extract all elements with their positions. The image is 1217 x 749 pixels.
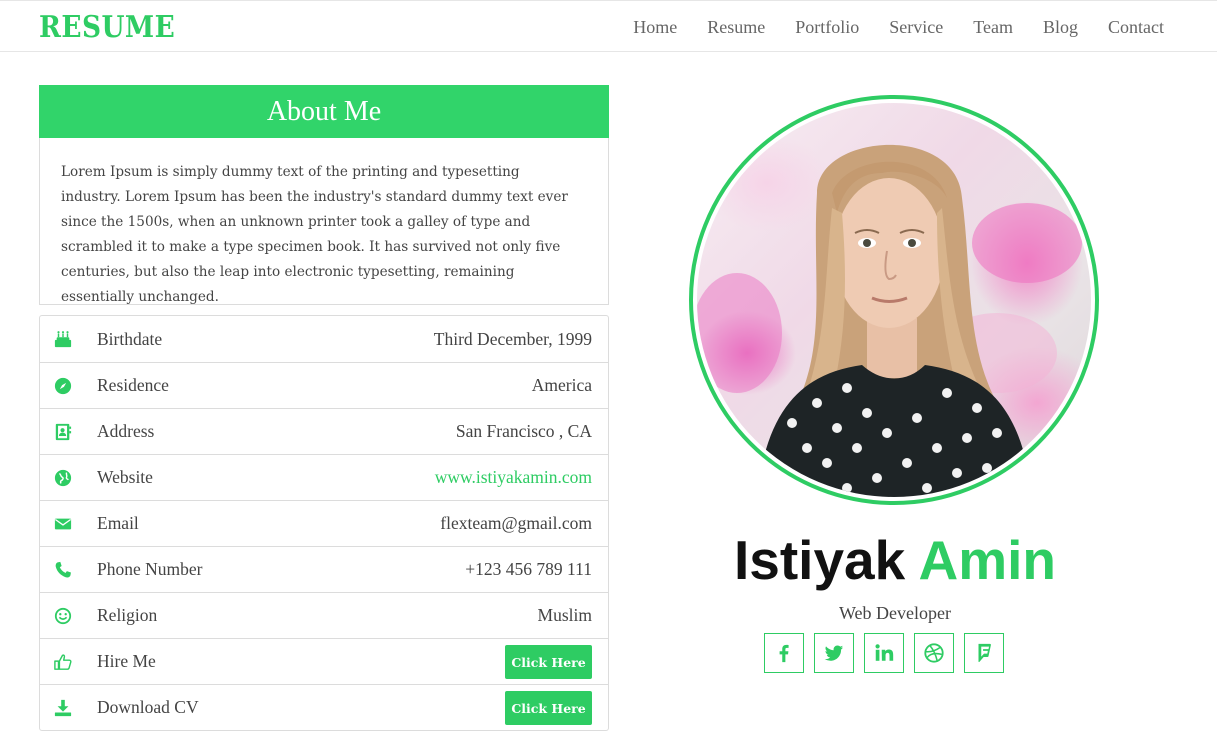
info-label: Birthdate: [97, 328, 163, 349]
info-row-website: Website www.istiyakamin.com: [40, 454, 608, 500]
info-value: Third December, 1999: [433, 328, 592, 349]
compass-icon: [53, 377, 73, 395]
info-row-hire-me: Hire Me Click Here: [40, 638, 608, 684]
phone-icon: [53, 561, 73, 579]
first-name: Istiyak: [734, 529, 906, 591]
profile-photo-frame: [689, 95, 1099, 505]
nav-contact[interactable]: Contact: [1108, 17, 1164, 38]
nav-resume[interactable]: Resume: [707, 17, 765, 38]
about-text: Lorem Ipsum is simply dummy text of the …: [61, 164, 568, 305]
globe-icon: [53, 469, 73, 487]
foursquare-icon[interactable]: [964, 633, 1004, 673]
info-row-religion: Religion Muslim: [40, 592, 608, 638]
info-value: America: [531, 375, 592, 395]
nav-team[interactable]: Team: [973, 17, 1013, 38]
address-book-icon: [53, 423, 73, 441]
info-label: Website: [97, 467, 153, 487]
main-nav: Home Resume Portfolio Service Team Blog …: [633, 1, 1164, 53]
nav-home[interactable]: Home: [633, 17, 677, 38]
hire-me-button[interactable]: Click Here: [505, 645, 592, 679]
info-row-email: Email flexteam@gmail.com: [40, 500, 608, 546]
info-label: Phone Number: [97, 559, 203, 579]
info-table: Birthdate Third December, 1999 Residence…: [39, 315, 609, 731]
nav-blog[interactable]: Blog: [1043, 17, 1078, 38]
profile-role: Web Developer: [839, 603, 951, 623]
info-label: Religion: [97, 605, 158, 625]
nav-portfolio[interactable]: Portfolio: [795, 17, 859, 38]
about-title: About Me: [39, 85, 609, 138]
info-row-residence: Residence America: [40, 362, 608, 408]
info-value: flexteam@gmail.com: [440, 513, 592, 533]
info-label: Address: [97, 421, 155, 441]
info-value: Muslim: [537, 605, 592, 625]
facebook-icon[interactable]: [764, 633, 804, 673]
info-label: Hire Me: [97, 651, 156, 671]
dribbble-icon[interactable]: [914, 633, 954, 673]
info-row-address: Address San Francisco , CA: [40, 408, 608, 454]
last-name: Amin: [918, 529, 1056, 591]
info-label: Residence: [97, 375, 169, 395]
linkedin-icon[interactable]: [864, 633, 904, 673]
envelope-icon: [53, 515, 73, 533]
top-navbar: RESUME Home Resume Portfolio Service Tea…: [0, 0, 1217, 52]
profile-photo: [697, 103, 1091, 497]
info-value: San Francisco , CA: [455, 421, 592, 441]
info-row-download-cv: Download CV Click Here: [40, 684, 608, 730]
info-label: Download CV: [97, 697, 199, 717]
social-links: [764, 633, 1004, 673]
website-link[interactable]: www.istiyakamin.com: [435, 467, 592, 488]
twitter-icon[interactable]: [814, 633, 854, 673]
thumbs-up-icon: [53, 653, 73, 671]
info-value: +123 456 789 111: [465, 559, 592, 579]
site-logo[interactable]: RESUME: [39, 10, 175, 45]
profile-name: Istiyak Amin: [640, 528, 1150, 592]
info-row-phone: Phone Number +123 456 789 111: [40, 546, 608, 592]
info-row-birthdate: Birthdate Third December, 1999: [40, 316, 608, 362]
download-icon: [53, 699, 73, 717]
info-label: Email: [97, 513, 139, 533]
download-cv-button[interactable]: Click Here: [505, 691, 592, 725]
about-text-box: Lorem Ipsum is simply dummy text of the …: [39, 138, 609, 305]
cake-icon: [53, 330, 73, 348]
nav-service[interactable]: Service: [889, 17, 943, 38]
smile-icon: [53, 607, 73, 625]
